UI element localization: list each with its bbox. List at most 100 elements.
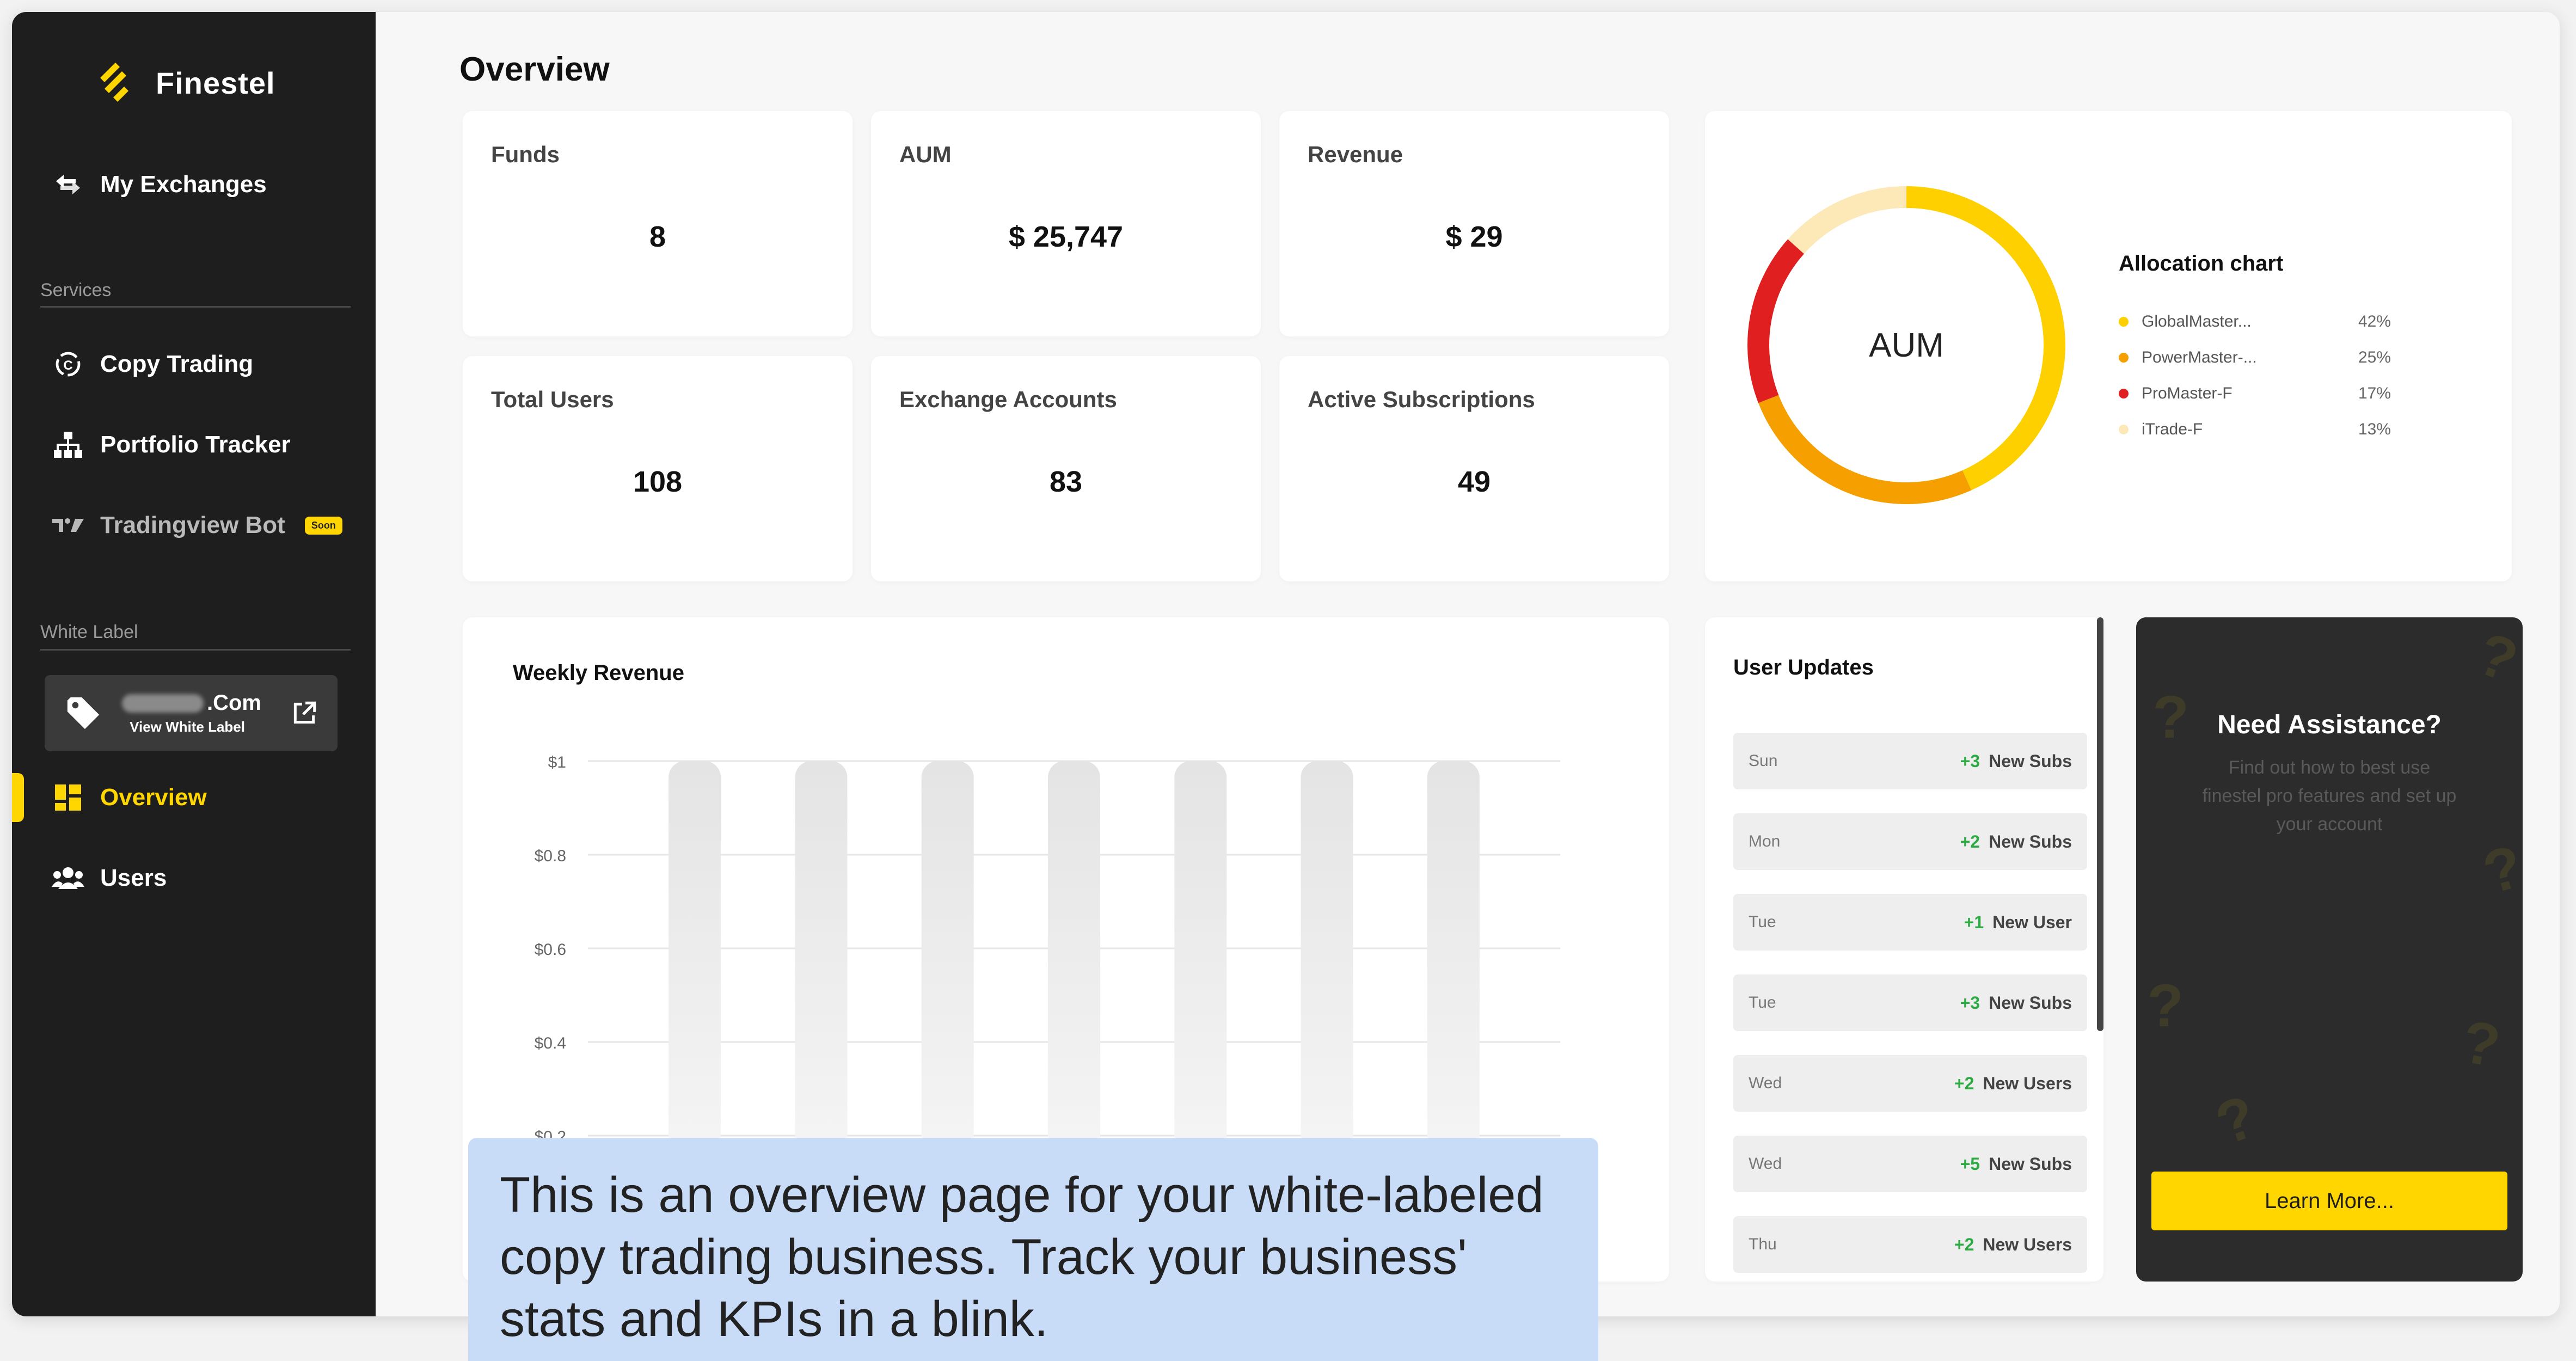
stat-label: Active Subscriptions [1308,387,1535,412]
sidebar-item-label: My Exchanges [100,171,267,198]
update-day: Wed [1749,1155,1782,1173]
question-mark-decoration: ? [2476,832,2523,907]
y-tick-label: $0.8 [535,847,566,865]
active-indicator [12,773,24,822]
legend-dot [2119,425,2129,434]
allocation-card: AUM Allocation chart GlobalMaster... 42%… [1705,111,2512,581]
white-label-card[interactable]: .Com View White Label [45,675,338,751]
sidebar-item-overview[interactable]: Overview [51,781,207,814]
update-day: Thu [1749,1235,1777,1253]
legend-dot [2119,389,2129,399]
sidebar-item-label: Overview [100,784,207,811]
legend-pct: 17% [2358,384,2391,402]
update-change: +2 [1954,1073,1974,1093]
stat-card-revenue[interactable]: Revenue $ 29 [1279,111,1669,336]
sidebar-item-users[interactable]: Users [51,861,167,895]
copy-trading-icon: C [51,347,85,381]
update-change: +3 [1960,751,1980,771]
user-update-row[interactable]: Tue +1 New User [1733,894,2087,951]
update-change: +3 [1960,992,1980,1013]
sidebar-item-copy-trading[interactable]: C Copy Trading [51,347,253,381]
scrollbar[interactable] [2097,617,2103,1031]
sidebar-item-label: Tradingview Bot [100,512,285,538]
allocation-title: Allocation chart [2119,252,2284,275]
question-mark-decoration: ? [2457,1008,2505,1080]
y-tick-label: $1 [548,753,566,771]
update-change: +2 [1960,831,1980,851]
svg-text:C: C [63,358,72,373]
stat-card-active-subscriptions[interactable]: Active Subscriptions 49 [1279,356,1669,581]
legend-name: iTrade-F [2142,420,2203,438]
brand[interactable]: Finestel [94,56,275,110]
user-update-row[interactable]: Mon +2 New Subs [1733,813,2087,870]
legend-name: PowerMaster-... [2142,348,2257,366]
stat-label: Exchange Accounts [899,387,1117,412]
users-icon [51,861,85,895]
white-label-domain: .Com [122,691,261,715]
divider [40,306,351,308]
update-change: +5 [1960,1154,1980,1174]
update-text: New Users [1983,1073,2072,1093]
update-text: New Users [1983,1234,2072,1254]
page-title: Overview [459,51,610,88]
stat-label: Total Users [491,387,614,412]
update-day: Sun [1749,752,1778,770]
allocation-legend-item: PowerMaster-... 25% [2119,348,2391,367]
user-update-row[interactable]: Thu +2 New Users [1733,1216,2087,1273]
divider [40,649,351,651]
update-text: New Subs [1989,751,2072,771]
sidebar: Finestel My Exchanges Services C Copy Tr… [12,12,376,1316]
tradingview-icon [51,508,85,542]
stat-value: 8 [649,220,666,253]
view-white-label-link[interactable]: View White Label [130,719,245,735]
update-day: Tue [1749,994,1776,1011]
update-day: Tue [1749,913,1776,931]
soon-badge: Soon [304,516,342,535]
sidebar-item-my-exchanges[interactable]: My Exchanges [51,168,267,201]
legend-pct: 13% [2358,420,2391,438]
stat-card-total-users[interactable]: Total Users 108 [463,356,852,581]
dashboard-icon [51,781,85,814]
tag-icon [67,697,100,729]
sidebar-item-tradingview-bot[interactable]: Tradingview Bot Soon [51,508,342,542]
user-update-row[interactable]: Tue +3 New Subs [1733,974,2087,1031]
assistance-card: ? ? ? ? ? ? Need Assistance? Find out ho… [2136,617,2523,1282]
y-tick-label: $0.6 [535,941,566,959]
assistance-title: Need Assistance? [2217,710,2442,739]
user-updates-card: User Updates Sun +3 New Subs Mon +2 New … [1705,617,2103,1282]
stat-card-exchange-accounts[interactable]: Exchange Accounts 83 [871,356,1261,581]
update-change: +2 [1954,1234,1974,1254]
user-update-row[interactable]: Wed +2 New Users [1733,1055,2087,1112]
stat-card-aum[interactable]: AUM $ 25,747 [871,111,1261,336]
user-update-row[interactable]: Wed +5 New Subs [1733,1136,2087,1192]
legend-name: GlobalMaster... [2142,312,2252,330]
section-label-services: Services [40,280,112,301]
question-mark-decoration: ? [2147,972,2184,1039]
stat-value: 83 [1049,465,1083,498]
question-mark-decoration: ? [2468,620,2523,695]
stat-value: 49 [1457,465,1491,498]
sidebar-item-label: Portfolio Tracker [100,431,291,458]
sidebar-item-portfolio-tracker[interactable]: Portfolio Tracker [51,428,291,462]
stat-value: $ 29 [1445,220,1503,253]
app-window: Finestel My Exchanges Services C Copy Tr… [12,12,2560,1316]
finestel-logo-icon [100,63,128,102]
user-updates-title: User Updates [1733,655,1874,679]
brand-name: Finestel [156,65,275,100]
assistance-description: Find out how to best use finestel pro fe… [2202,757,2457,835]
stat-label: Revenue [1308,142,1403,167]
legend-pct: 25% [2358,348,2391,366]
blurred-domain [122,694,204,713]
legend-dot [2119,353,2129,363]
update-text: New Subs [1989,831,2072,851]
stat-value: $ 25,747 [1008,220,1124,253]
external-link-icon[interactable] [291,700,318,727]
user-update-row[interactable]: Sun +3 New Subs [1733,733,2087,789]
learn-more-button[interactable]: Learn More... [2151,1172,2507,1230]
sidebar-item-label: Copy Trading [100,351,254,377]
question-mark-decoration: ? [2207,1082,2265,1158]
allocation-legend-item: ProMaster-F 17% [2119,384,2391,403]
stat-card-funds[interactable]: Funds 8 [463,111,852,336]
stat-label: AUM [899,142,952,167]
update-day: Wed [1749,1074,1782,1092]
